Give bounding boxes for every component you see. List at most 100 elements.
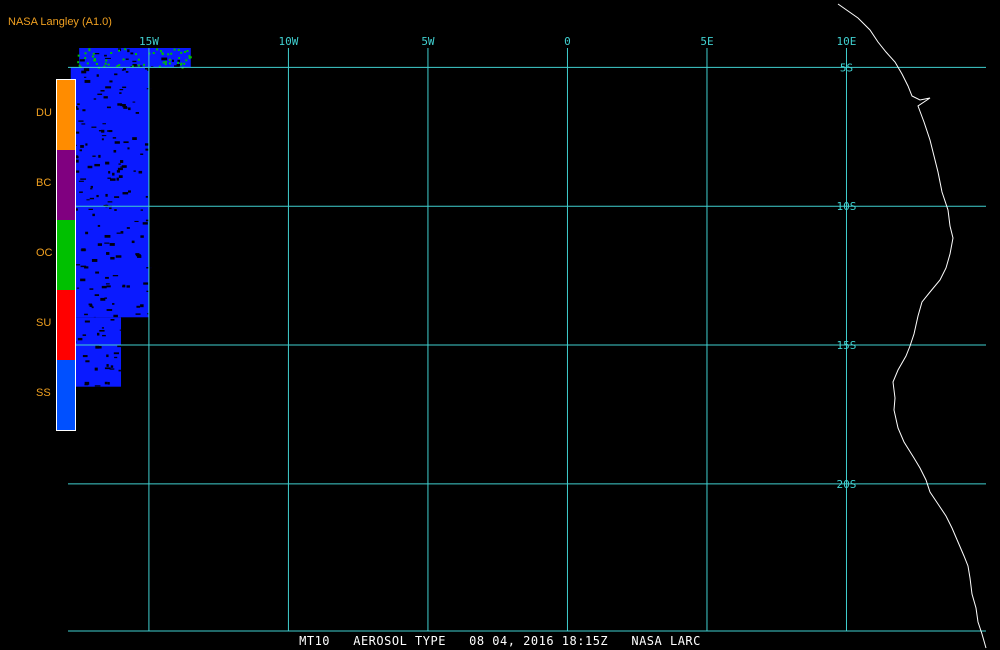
- aerosol-gap: [114, 196, 120, 198]
- aerosol-oc-pixel: [137, 58, 140, 61]
- aerosol-gap: [79, 59, 85, 62]
- aerosol-gap: [91, 126, 97, 128]
- aerosol-oc-pixel: [86, 62, 89, 65]
- aerosol-oc-pixel: [94, 59, 97, 62]
- aerosol-gap: [84, 266, 89, 269]
- aerosol-gap: [110, 365, 114, 368]
- aerosol-gap: [104, 234, 111, 238]
- legend-label-oc: OC: [36, 247, 53, 259]
- aerosol-gap: [103, 96, 108, 99]
- aerosol-gap: [94, 294, 100, 297]
- aerosol-gap: [104, 367, 111, 370]
- legend-label-du: DU: [36, 107, 52, 119]
- aerosol-gap: [118, 369, 121, 372]
- aerosol-oc-pixel: [118, 64, 121, 67]
- aerosol-gap: [161, 57, 168, 61]
- legend-label-bc: BC: [36, 177, 52, 189]
- aerosol-gap: [146, 88, 153, 90]
- aerosol-oc-pixel: [84, 52, 87, 55]
- aerosol-gap: [114, 209, 117, 211]
- aerosol-gap: [120, 160, 124, 163]
- aerosol-gap: [78, 120, 84, 122]
- aerosol-oc-pixel: [185, 59, 188, 62]
- aerosol-gap: [104, 242, 110, 244]
- aerosol-gap: [116, 177, 119, 181]
- aerosol-gap: [94, 367, 98, 371]
- caption-title: AEROSOL TYPE: [353, 634, 446, 648]
- aerosol-gap: [126, 227, 130, 229]
- aerosol-gap: [95, 345, 100, 349]
- aerosol-gap: [117, 345, 123, 348]
- aerosol-gap: [97, 243, 103, 246]
- aerosol-gap: [122, 192, 129, 195]
- longitude-label: 10E: [837, 35, 857, 48]
- aerosol-gap: [87, 165, 93, 169]
- aerosol-gap: [84, 79, 91, 83]
- aerosol-gap: [105, 283, 110, 285]
- aerosol-gap: [171, 59, 175, 62]
- aerosol-gap: [104, 57, 111, 59]
- aerosol-gap: [88, 303, 92, 306]
- aerosol-gap: [101, 138, 104, 141]
- aerosol-oc-pixel: [116, 65, 119, 68]
- aerosol-gap: [84, 383, 89, 386]
- aerosol-oc-pixel: [164, 63, 167, 66]
- aerosol-gap: [118, 175, 123, 178]
- aerosol-oc-pixel: [178, 57, 181, 60]
- aerosol-gap: [114, 73, 118, 76]
- aerosol-gap: [92, 155, 96, 157]
- aerosol-gap: [105, 86, 112, 89]
- aerosol-gap: [80, 178, 87, 180]
- aerosol-gap: [102, 334, 106, 337]
- aerosol-gap: [116, 232, 121, 234]
- aerosol-oc-pixel: [180, 51, 183, 54]
- latitude-label: 15S: [837, 339, 857, 352]
- aerosol-gap: [120, 104, 126, 107]
- aerosol-gap: [89, 288, 94, 290]
- aerosol-gap: [94, 53, 100, 55]
- aerosol-gap: [138, 170, 143, 174]
- aerosol-gap: [125, 71, 129, 73]
- aerosol-oc-pixel: [161, 52, 164, 55]
- aerosol-gap: [106, 354, 109, 358]
- aerosol-gap: [113, 314, 118, 318]
- aerosol-gap: [97, 93, 103, 95]
- aerosol-gap: [122, 86, 127, 89]
- aerosol-oc-pixel: [170, 52, 173, 55]
- aerosol-gap: [128, 107, 131, 111]
- aerosol-oc-pixel: [184, 50, 187, 53]
- aerosol-gap: [85, 231, 89, 235]
- aerosol-gap: [106, 364, 109, 367]
- aerosol-gap: [107, 381, 110, 385]
- aerosol-gap: [109, 207, 112, 210]
- aerosol-gap: [99, 330, 105, 332]
- aerosol-oc-pixel: [152, 52, 155, 55]
- aerosol-gap: [101, 135, 107, 137]
- aerosol-gap: [119, 89, 124, 91]
- aerosol-gap: [109, 243, 115, 246]
- aerosol-oc-pixel: [173, 48, 176, 51]
- aerosol-gap: [86, 199, 90, 201]
- legend-swatch-du: [57, 80, 75, 150]
- aerosol-gap: [140, 304, 144, 308]
- latitude-label: 10S: [837, 200, 857, 213]
- aerosol-gap: [114, 356, 118, 359]
- aerosol-gap: [83, 76, 87, 78]
- aerosol-gap: [130, 52, 134, 55]
- aerosol-gap: [122, 105, 127, 108]
- aerosol-gap: [95, 271, 100, 274]
- aerosol-oc-pixel: [156, 48, 159, 51]
- aerosol-gap: [125, 58, 129, 60]
- aerosol-gap: [104, 54, 107, 57]
- map-canvas: 15W 10W 5W 0 5E 10E 5S 10S 15S 20S: [68, 3, 987, 649]
- aerosol-gap: [132, 101, 136, 103]
- aerosol-oc-pixel: [104, 62, 107, 65]
- legend-colorbar: [56, 79, 76, 431]
- aerosol-gap: [117, 167, 123, 171]
- aerosol-gap: [120, 166, 126, 168]
- aerosol-gap: [92, 213, 95, 217]
- aerosol-gap: [94, 163, 100, 167]
- aerosol-gap: [142, 222, 148, 225]
- aerosol-oc-pixel: [159, 50, 162, 53]
- aerosol-gap: [133, 170, 136, 172]
